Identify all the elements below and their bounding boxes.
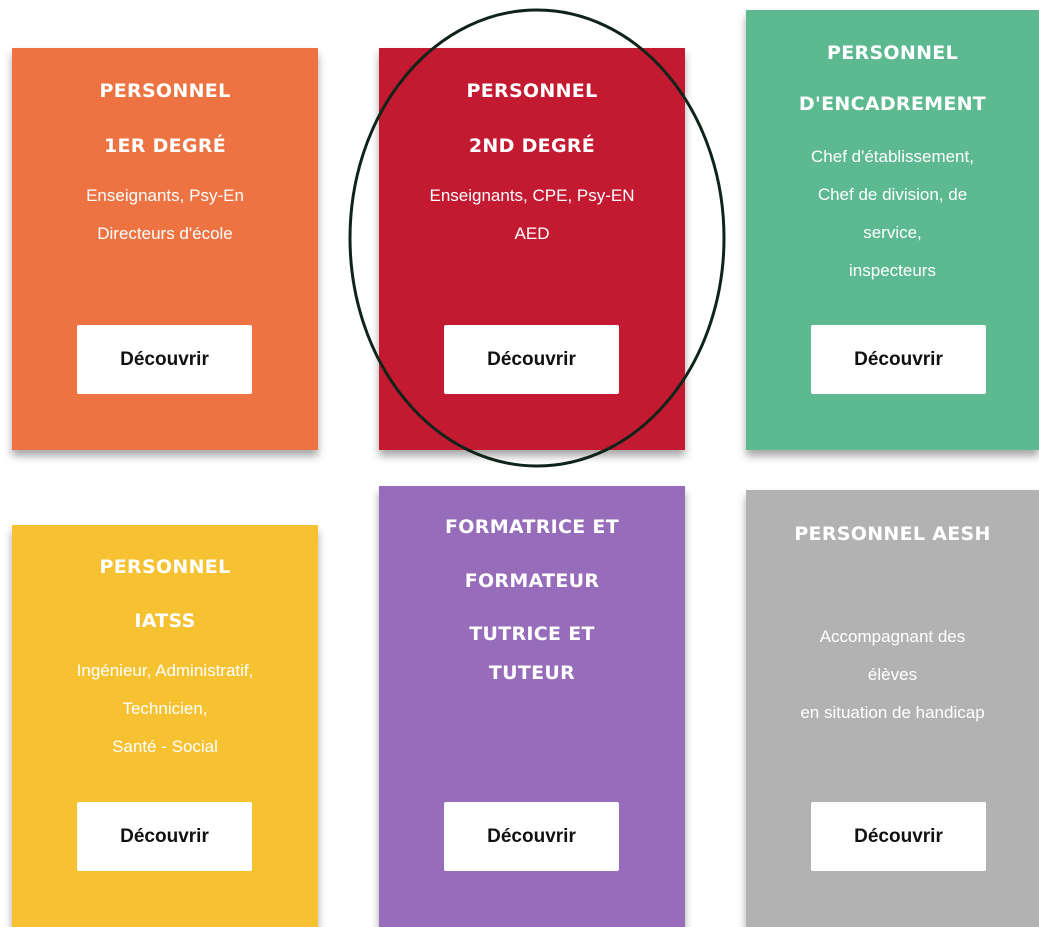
card-description-line: Chef de division, de	[817, 185, 968, 204]
card-title-line: FORMATEUR	[464, 570, 600, 592]
card-description-line: Chef d'établissement,	[811, 147, 974, 166]
card-description-line: en situation de handicap	[800, 703, 985, 722]
decouvrir-button[interactable]: Découvrir	[811, 325, 986, 394]
decouvrir-button[interactable]: Découvrir	[77, 802, 252, 871]
card-description-line: élèves	[867, 665, 918, 684]
card-description-line: Ingénieur, Administratif,	[76, 661, 254, 680]
card-description-line: Enseignants, CPE, Psy-EN	[429, 186, 635, 205]
card-personnel-2nd-degre: PERSONNEL 2ND DEGRÉ Enseignants, CPE, Ps…	[379, 48, 685, 450]
card-description-line: Accompagnant des	[819, 627, 966, 646]
card-description-line: Technicien,	[122, 699, 208, 718]
card-title-line: PERSONNEL AESH	[794, 523, 991, 545]
card-description-line: Enseignants, Psy-En	[86, 186, 244, 205]
decouvrir-button[interactable]: Découvrir	[444, 802, 619, 871]
card-personnel-iatss: PERSONNEL IATSS Ingénieur, Administratif…	[12, 525, 318, 927]
card-title-line: IATSS	[134, 610, 196, 632]
card-title-line: TUTRICE ET	[469, 623, 595, 645]
card-description-line: Directeurs d'école	[97, 224, 233, 243]
card-description-line: AED	[514, 224, 550, 243]
card-title-line: PERSONNEL	[466, 80, 598, 102]
card-description-line: inspecteurs	[849, 261, 936, 280]
card-title-line: D'ENCADREMENT	[798, 93, 987, 115]
decouvrir-button[interactable]: Découvrir	[811, 802, 986, 871]
card-title-line: PERSONNEL	[99, 80, 231, 102]
decouvrir-button[interactable]: Découvrir	[444, 325, 619, 394]
card-description-line: Santé - Social	[112, 737, 218, 756]
card-title-line: FORMATRICE ET	[445, 516, 619, 538]
card-personnel-1er-degre: PERSONNEL 1ER DEGRÉ Enseignants, Psy-En …	[12, 48, 318, 450]
card-title-line: 2ND DEGRÉ	[468, 135, 596, 157]
category-grid: PERSONNEL 1ER DEGRÉ Enseignants, Psy-En …	[0, 0, 1039, 927]
card-title-line: PERSONNEL	[99, 556, 231, 578]
decouvrir-button[interactable]: Découvrir	[77, 325, 252, 394]
card-personnel-encadrement: PERSONNEL D'ENCADREMENT Chef d'établisse…	[746, 10, 1039, 450]
card-personnel-aesh: PERSONNEL AESH Accompagnant des élèves e…	[746, 490, 1039, 927]
card-description-line: service,	[863, 223, 922, 242]
card-title-line: PERSONNEL	[827, 42, 958, 64]
card-formatrice-formateur: FORMATRICE ET FORMATEUR TUTRICE ET TUTEU…	[379, 486, 685, 927]
card-title-line: 1ER DEGRÉ	[103, 135, 227, 157]
card-title-line: TUTEUR	[488, 662, 576, 684]
